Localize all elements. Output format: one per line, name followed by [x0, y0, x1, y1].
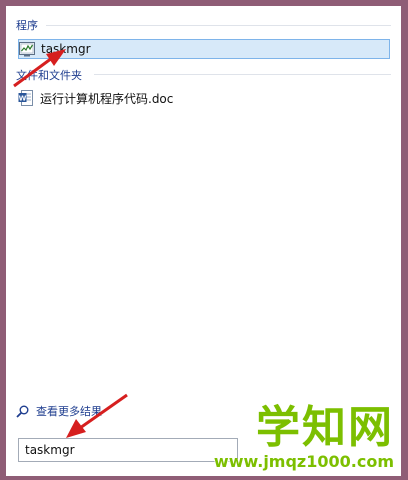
svg-text:W: W	[19, 95, 27, 103]
group-divider	[46, 25, 391, 26]
group-divider	[94, 74, 391, 75]
watermark-url: www.jmqz1000.com	[213, 452, 394, 471]
result-item-taskmgr[interactable]: taskmgr	[18, 39, 390, 59]
see-more-results-link[interactable]: 查看更多结果	[16, 403, 102, 419]
task-manager-icon	[19, 41, 35, 57]
group-header-files: 文件和文件夹	[16, 69, 82, 82]
site-watermark: 学知网 www.jmqz1000.com	[214, 402, 394, 471]
result-item-document[interactable]: W 运行计算机程序代码.doc	[18, 88, 173, 108]
word-document-icon: W	[18, 90, 34, 106]
search-input[interactable]	[18, 438, 238, 462]
watermark-title: 学知网	[256, 402, 394, 453]
search-icon	[16, 405, 32, 418]
see-more-label: 查看更多结果	[36, 405, 102, 418]
result-item-label: taskmgr	[41, 42, 91, 56]
group-header-programs: 程序	[16, 19, 38, 32]
result-item-label: 运行计算机程序代码.doc	[40, 91, 174, 106]
